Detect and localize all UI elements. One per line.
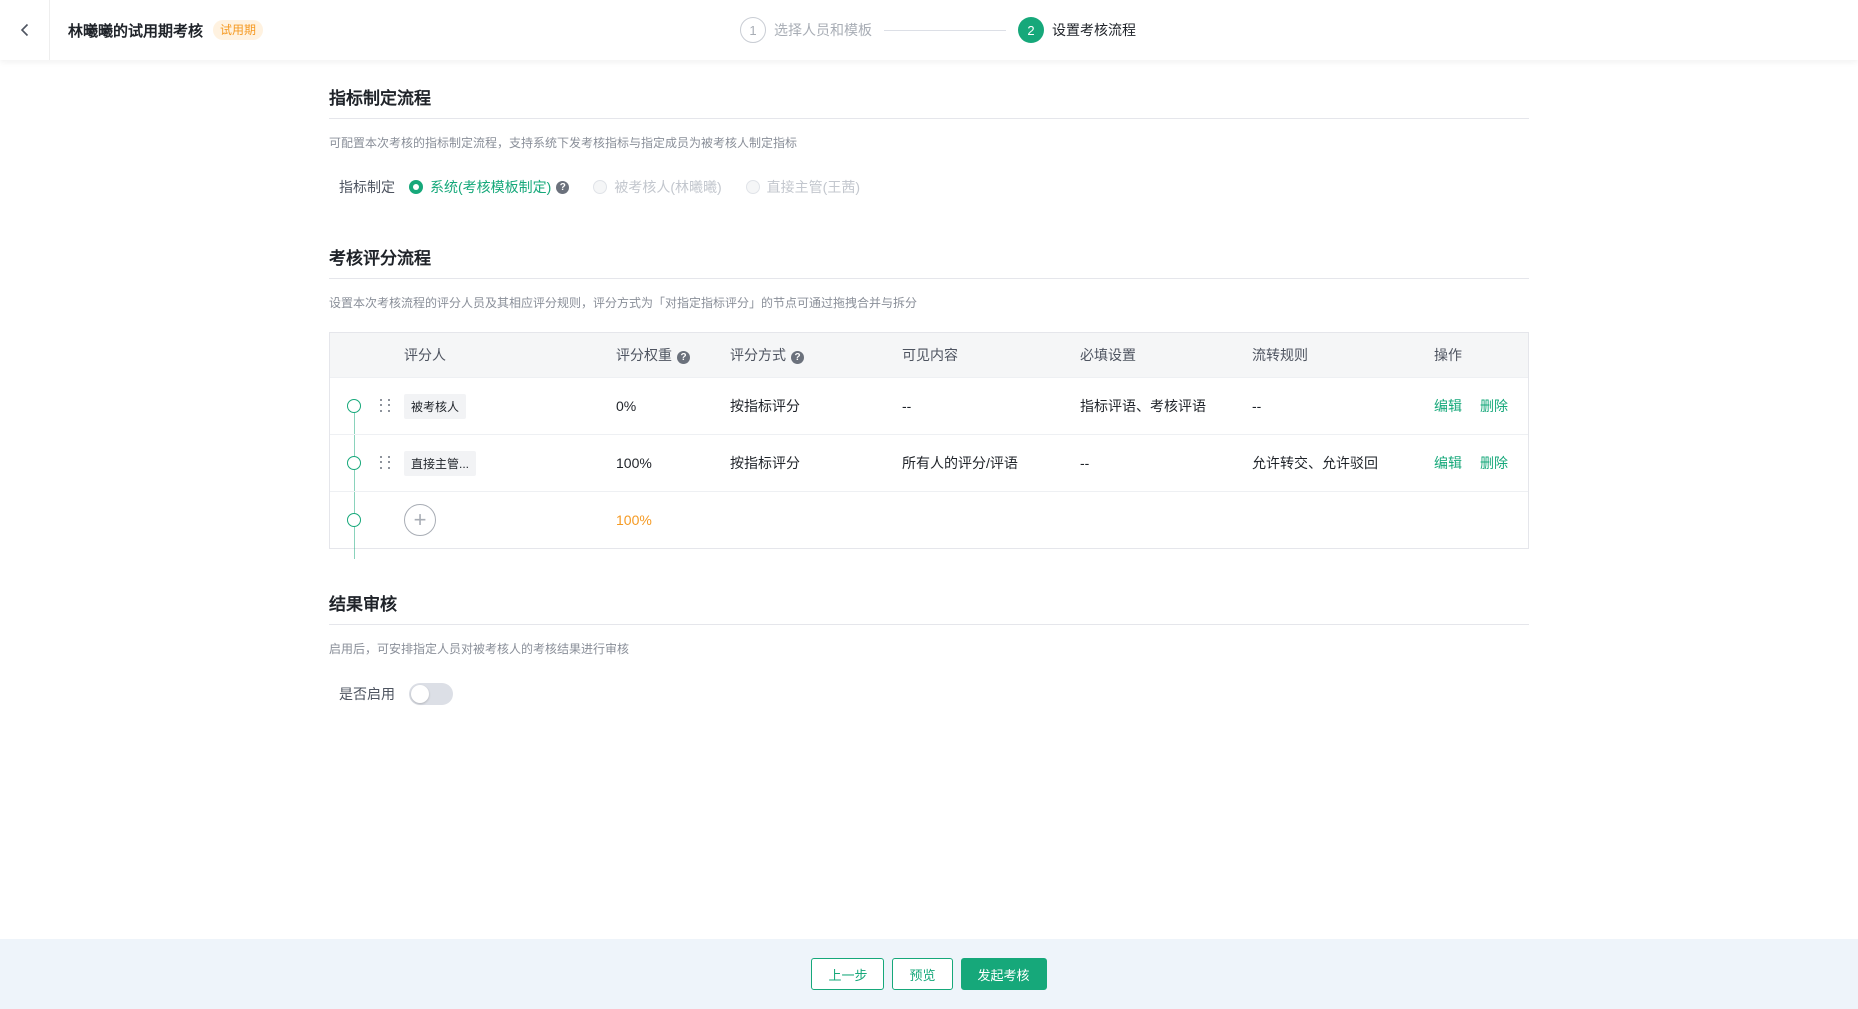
weight-cell: 100% [616, 455, 652, 471]
review-field-label: 是否启用 [339, 686, 395, 702]
radio-system[interactable]: 系统(考核模板制定) ? [409, 177, 570, 197]
col-method: 评分方式? [730, 345, 902, 365]
edit-link[interactable]: 编辑 [1434, 396, 1462, 416]
weight-cell: 0% [616, 398, 637, 414]
review-section-title: 结果审核 [329, 585, 1529, 625]
timeline-node [347, 513, 361, 527]
page-title: 林曦曦的试用期考核 [68, 22, 204, 40]
back-button[interactable] [0, 0, 50, 60]
required-cell: 指标评语、考核评语 [1080, 398, 1206, 414]
scoring-table: 评分人 评分权重? 评分方式? 可见内容 必填设置 流转规则 操作 被考核人 0… [329, 332, 1529, 559]
question-icon[interactable]: ? [791, 351, 804, 364]
step-indicator: 1 选择人员和模板 2 设置考核流程 [740, 0, 1136, 60]
actions-cell: 编辑 删除 [1434, 453, 1528, 473]
chevron-left-icon [20, 23, 28, 37]
delete-link[interactable]: 删除 [1480, 396, 1508, 416]
status-badge: 试用期 [213, 20, 264, 40]
radio-system-label: 系统(考核模板制定) [430, 179, 552, 195]
step-connector [884, 29, 1006, 31]
col-flow: 流转规则 [1252, 347, 1308, 363]
submit-button[interactable]: 发起考核 [960, 958, 1047, 990]
rater-tag: 直接主管... [404, 450, 477, 476]
add-cell: + [404, 504, 616, 536]
col-required: 必填设置 [1080, 347, 1136, 363]
timeline-node [347, 399, 361, 413]
review-toggle-switch[interactable] [409, 683, 453, 705]
preview-button[interactable]: 预览 [892, 958, 953, 990]
timeline-node [347, 456, 361, 470]
drag-handle-icon[interactable] [380, 456, 392, 470]
table-row: 直接主管... 100% 按指标评分 所有人的评分/评语 -- 允许转交、允许驳… [330, 434, 1528, 491]
rater-cell: 直接主管... [404, 450, 616, 476]
radio-assessee-label: 被考核人(林曦曦) [614, 179, 722, 195]
flow-cell: -- [1252, 398, 1262, 414]
edit-link[interactable]: 编辑 [1434, 453, 1462, 473]
review-section-desc: 启用后，可安排指定人员对被考核人的考核结果进行审核 [329, 642, 630, 656]
method-cell: 按指标评分 [730, 455, 800, 471]
col-method-label: 评分方式 [730, 347, 786, 363]
footer-bar: 上一步 预览 发起考核 [0, 939, 1858, 1009]
indicator-field-label: 指标制定 [339, 179, 395, 195]
step-2-label: 设置考核流程 [1052, 22, 1136, 38]
actions-cell: 编辑 删除 [1434, 396, 1528, 416]
col-actions: 操作 [1434, 347, 1462, 363]
col-visible: 可见内容 [902, 347, 958, 363]
question-icon[interactable]: ? [677, 351, 690, 364]
visible-cell: 所有人的评分/评语 [902, 455, 1018, 471]
row-handle-cell [330, 435, 404, 491]
indicator-section-desc: 可配置本次考核的指标制定流程，支持系统下发考核指标与指定成员为被考核人制定指标 [329, 136, 798, 150]
rater-tag: 被考核人 [404, 393, 467, 419]
row-handle-cell [330, 378, 404, 434]
radio-dot [409, 180, 423, 194]
indicator-radio-group: 指标制定 系统(考核模板制定) ? 被考核人(林曦曦) 直接主管(王茜) [329, 177, 1529, 197]
rater-cell: 被考核人 [404, 393, 616, 419]
flow-cell: 允许转交、允许驳回 [1252, 455, 1378, 471]
add-rater-button[interactable]: + [404, 504, 436, 536]
review-switch-row: 是否启用 [329, 682, 1529, 706]
drag-handle-icon[interactable] [380, 399, 392, 413]
prev-step-button[interactable]: 上一步 [811, 958, 885, 990]
method-cell: 按指标评分 [730, 398, 800, 414]
step-1-label: 选择人员和模板 [774, 22, 872, 38]
header-spacer [330, 333, 404, 377]
add-row: + 100% [330, 491, 1528, 548]
table-row: 被考核人 0% 按指标评分 -- 指标评语、考核评语 -- 编辑 删除 [330, 377, 1528, 434]
table-header: 评分人 评分权重? 评分方式? 可见内容 必填设置 流转规则 操作 [330, 333, 1528, 377]
main-content: 指标制定流程 可配置本次考核的指标制定流程，支持系统下发考核指标与指定成员为被考… [329, 60, 1529, 706]
plus-icon: + [413, 507, 427, 532]
radio-manager[interactable]: 直接主管(王茜) [745, 177, 860, 197]
radio-dot [593, 180, 608, 194]
indicator-section-title: 指标制定流程 [329, 79, 1529, 119]
radio-manager-label: 直接主管(王茜) [766, 179, 860, 195]
total-weight: 100% [616, 512, 652, 528]
required-cell: -- [1080, 455, 1090, 471]
scoring-section-title: 考核评分流程 [329, 239, 1529, 279]
question-icon[interactable]: ? [556, 180, 570, 194]
step-2: 2 设置考核流程 [1018, 17, 1136, 43]
step-2-number: 2 [1018, 17, 1044, 43]
col-weight-label: 评分权重 [616, 347, 672, 363]
step-1-number: 1 [740, 17, 766, 43]
col-rater: 评分人 [404, 347, 446, 363]
step-1: 1 选择人员和模板 [740, 17, 872, 43]
row-handle-cell [330, 492, 404, 548]
radio-dot [745, 180, 760, 194]
visible-cell: -- [902, 398, 912, 414]
col-weight: 评分权重? [616, 345, 730, 365]
delete-link[interactable]: 删除 [1480, 453, 1508, 473]
top-header: 林曦曦的试用期考核 试用期 1 选择人员和模板 2 设置考核流程 [0, 0, 1858, 60]
radio-assessee[interactable]: 被考核人(林曦曦) [593, 177, 722, 197]
scoring-section-desc: 设置本次考核流程的评分人员及其相应评分规则，评分方式为「对指定指标评分」的节点可… [329, 296, 918, 310]
